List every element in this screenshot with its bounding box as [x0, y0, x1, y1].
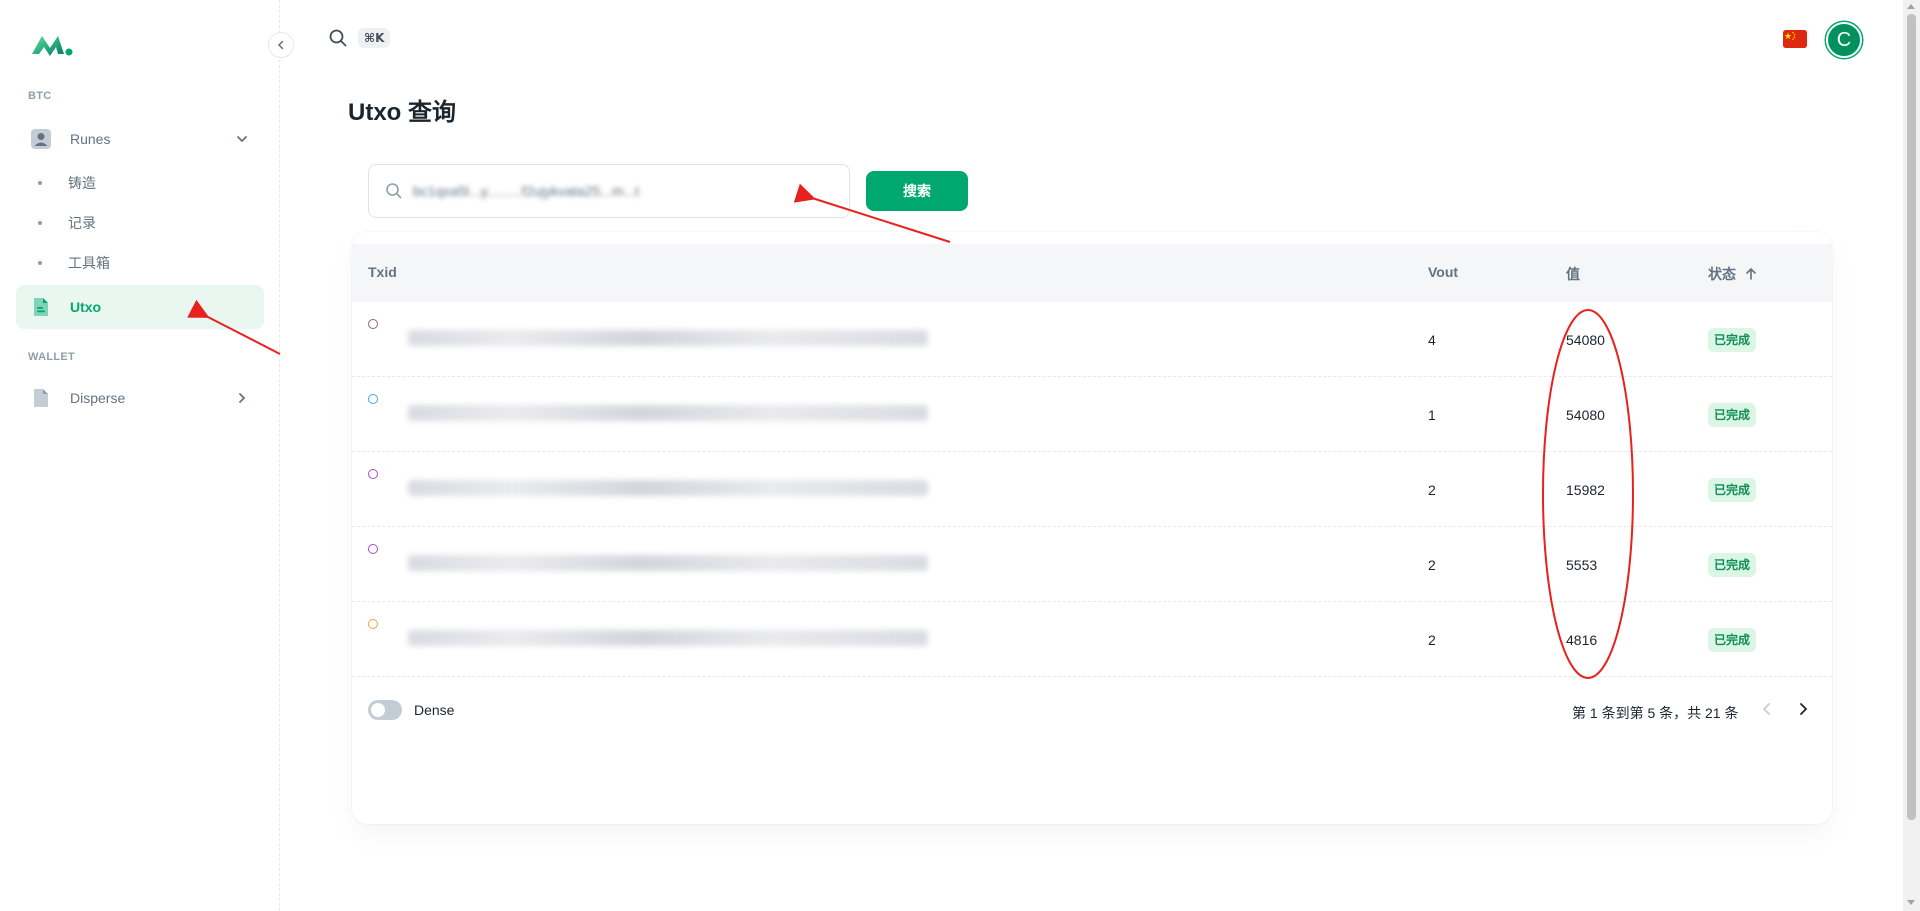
status-badge: 已完成	[1708, 478, 1757, 502]
dense-switch[interactable]	[368, 700, 402, 720]
table-row[interactable]: 4 54080 已完成	[352, 302, 1832, 377]
dense-toggle[interactable]: Dense	[368, 700, 454, 720]
sidebar-item-utxo[interactable]: Utxo	[16, 285, 264, 329]
scroll-thumb[interactable]	[1907, 14, 1916, 820]
file-icon	[34, 389, 48, 407]
global-search-trigger[interactable]: ⌘K	[328, 28, 391, 48]
user-avatar[interactable]: C	[1826, 22, 1862, 58]
sidebar-item-runes[interactable]: Runes	[16, 117, 264, 161]
txid-cell-redacted	[408, 480, 928, 496]
txid-cell-redacted	[408, 555, 928, 571]
pagination-info: 第 1 条到第 5 条，共 21 条	[1572, 705, 1739, 721]
txid-cell-redacted	[408, 330, 928, 346]
sidebar-subitem-mint[interactable]: 铸造	[16, 165, 264, 201]
table-row[interactable]: 1 54080 已完成	[352, 377, 1832, 452]
table-row[interactable]: 2 4816 已完成	[352, 602, 1832, 677]
scroll-down-arrow-icon[interactable]	[1907, 900, 1915, 905]
sidebar: BTC Runes 铸造 记录 工具箱 Utxo WALLET Disperse	[0, 0, 280, 911]
column-header-value[interactable]: 值	[1566, 264, 1580, 284]
arrow-up-icon	[1746, 267, 1756, 280]
address-search-input[interactable]	[413, 183, 733, 199]
value-cell: 15982	[1566, 482, 1605, 498]
bullet-dot	[38, 261, 42, 265]
value-cell: 5553	[1566, 557, 1598, 573]
status-ring-icon	[368, 544, 378, 554]
status-ring-icon	[368, 469, 378, 479]
vout-cell: 2	[1428, 482, 1436, 498]
section-label-wallet: WALLET	[28, 351, 76, 363]
chevron-right-icon	[239, 393, 246, 403]
sidebar-collapse-button[interactable]	[268, 32, 294, 58]
chevron-left-icon	[1762, 703, 1770, 715]
vout-cell: 1	[1428, 407, 1436, 423]
value-cell: 54080	[1566, 332, 1605, 348]
vout-cell: 2	[1428, 632, 1436, 648]
dense-label: Dense	[414, 702, 455, 718]
status-ring-icon	[368, 319, 378, 329]
sidebar-subitem-toolbox[interactable]: 工具箱	[16, 245, 264, 281]
search-icon	[329, 29, 347, 47]
scroll-up-arrow-icon[interactable]	[1907, 4, 1915, 9]
vout-cell: 4	[1428, 332, 1436, 348]
sidebar-item-label: 记录	[68, 215, 96, 231]
column-header-vout[interactable]: Vout	[1428, 264, 1458, 280]
status-badge: 已完成	[1708, 403, 1757, 427]
address-search-field[interactable]	[368, 164, 850, 218]
sidebar-subitem-records[interactable]: 记录	[16, 205, 264, 241]
sidebar-item-label: Utxo	[70, 299, 102, 315]
txid-cell-redacted	[408, 405, 928, 421]
sidebar-item-label: 工具箱	[68, 255, 110, 271]
value-cell: 54080	[1566, 407, 1605, 423]
language-flag-icon[interactable]	[1783, 30, 1807, 48]
txid-cell-redacted	[408, 630, 928, 646]
shortcut-key: ⌘K	[358, 28, 391, 48]
table-header: Txid Vout 值 状态	[352, 244, 1832, 302]
vout-cell: 2	[1428, 557, 1436, 573]
search-button[interactable]: 搜索	[866, 171, 968, 211]
next-page-button[interactable]	[1796, 700, 1810, 721]
app-logo[interactable]	[30, 30, 74, 58]
chevron-down-icon	[237, 136, 247, 143]
sidebar-item-label: Disperse	[70, 390, 126, 406]
user-square-icon	[31, 129, 51, 149]
status-ring-icon	[368, 394, 378, 404]
value-cell: 4816	[1566, 632, 1598, 648]
column-header-txid[interactable]: Txid	[368, 264, 397, 280]
column-header-status[interactable]: 状态	[1708, 264, 1758, 284]
previous-page-button[interactable]	[1760, 700, 1774, 721]
chevron-right-icon	[1800, 703, 1808, 715]
status-ring-icon	[368, 619, 378, 629]
table-row[interactable]: 2 5553 已完成	[352, 527, 1832, 602]
table-row[interactable]: 2 15982 已完成	[352, 452, 1832, 527]
status-badge: 已完成	[1708, 553, 1757, 577]
status-badge: 已完成	[1708, 628, 1757, 652]
bullet-dot	[38, 221, 42, 225]
section-label-btc: BTC	[28, 90, 52, 102]
sidebar-item-disperse[interactable]: Disperse	[16, 376, 264, 420]
page-title: Utxo 查询	[348, 99, 456, 126]
page-scrollbar[interactable]	[1903, 0, 1920, 911]
chevron-left-icon	[277, 40, 284, 50]
sidebar-item-label: Runes	[70, 131, 111, 147]
search-icon	[386, 183, 402, 199]
file-icon	[34, 298, 48, 316]
sidebar-item-label: 铸造	[68, 175, 96, 191]
bullet-dot	[38, 181, 42, 185]
status-badge: 已完成	[1708, 328, 1757, 352]
